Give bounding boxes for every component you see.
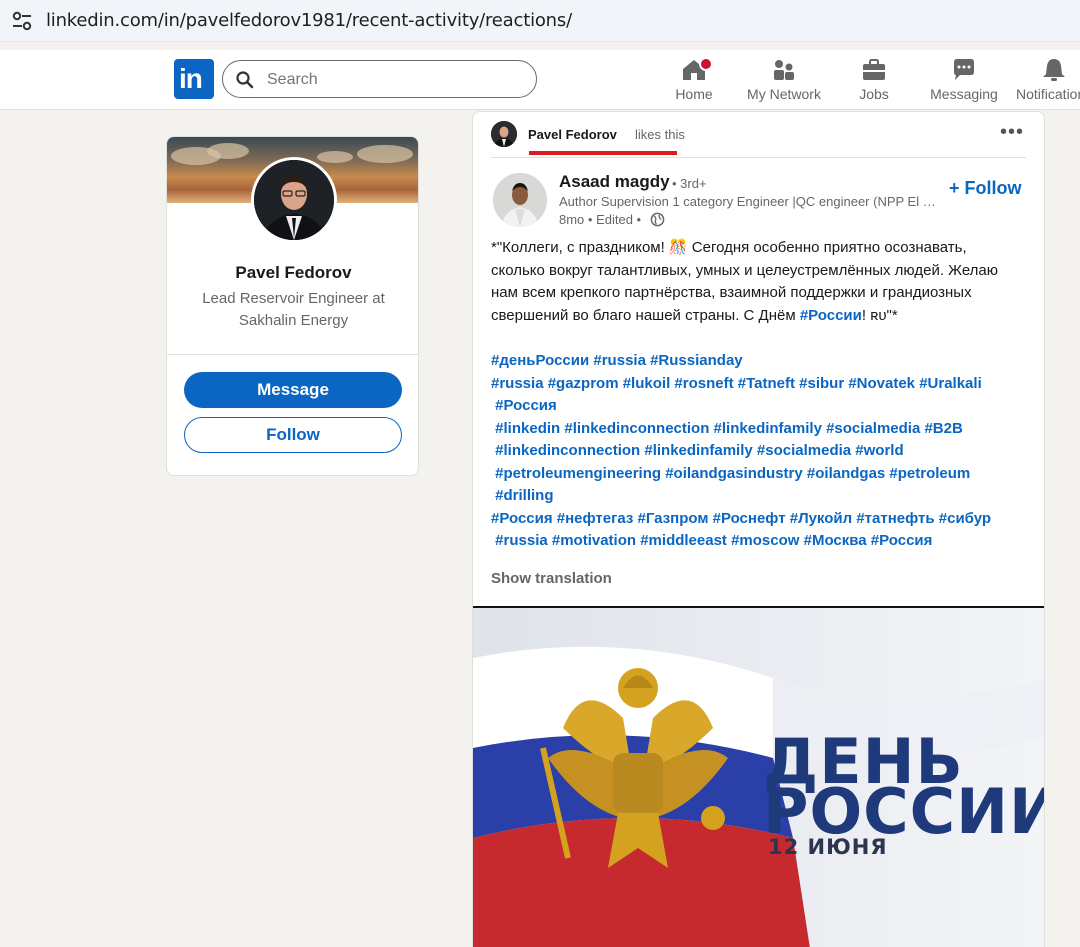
message-button[interactable]: Message [184, 372, 402, 408]
briefcase-icon [863, 59, 885, 80]
show-translation-button[interactable]: Show translation [491, 570, 612, 587]
nav-label-my-network: My Network [747, 86, 821, 102]
post-author-headline: Author Supervision 1 category Engineer |… [559, 194, 941, 209]
linkedin-logo[interactable]: in [174, 59, 214, 99]
post-meta: 8mo • Edited • [559, 212, 642, 227]
profile-card: Pavel Fedorov Lead Reservoir Engineer at… [166, 136, 419, 476]
nav-label-jobs: Jobs [859, 86, 889, 102]
post-hashtag-link[interactable]: #России [800, 307, 862, 324]
url-text[interactable]: linkedin.com/in/pavelfedorov1981/recent-… [46, 10, 572, 31]
messaging-icon [954, 59, 974, 80]
follow-author-button[interactable]: + Follow [949, 178, 1022, 199]
site-settings-icon[interactable] [9, 8, 35, 34]
divider [167, 354, 418, 355]
hashtag-line[interactable]: #drilling [491, 485, 553, 507]
more-options-icon[interactable]: ••• [1000, 121, 1024, 144]
nav-item-messaging[interactable]: Messaging [928, 56, 1000, 106]
person-silhouette [491, 121, 517, 147]
nav-label-messaging: Messaging [930, 86, 998, 102]
connection-degree: • 3rd+ [672, 176, 707, 191]
profile-name[interactable]: Pavel Fedorov [167, 263, 418, 283]
hashtag-line[interactable]: #Россия [491, 395, 557, 417]
post-body: *"Коллеги, с праздником! 🎊 Сегодня особе… [491, 237, 1021, 327]
post-image[interactable]: ДЕНЬ РОССИИ 12 ИЮНЯ [473, 606, 1044, 947]
hashtag-line[interactable]: #russia #motivation #middleeast #moscow … [491, 530, 932, 552]
cover-cloud [207, 143, 249, 159]
search-box[interactable] [222, 60, 537, 98]
hashtag-line[interactable]: #linkedinconnection #linkedinfamily #soc… [491, 440, 903, 462]
image-date: 12 ИЮНЯ [768, 835, 888, 859]
post-text-main: *"Коллеги, с праздником! 🎊 Сегодня особе… [491, 239, 999, 324]
search-input[interactable] [267, 69, 517, 91]
author-avatar[interactable] [493, 173, 547, 227]
nav-item-jobs[interactable]: Jobs [850, 56, 898, 106]
annotation-underline [529, 151, 677, 155]
activity-post-card: Pavel Fedorov likes this ••• Asaad magdy… [472, 111, 1045, 947]
nav-label-notifications: Notifications [1016, 86, 1080, 102]
liker-name[interactable]: Pavel Fedorov [528, 127, 617, 142]
profile-photo[interactable] [251, 157, 337, 243]
post-author-name[interactable]: Asaad magdy [559, 172, 670, 192]
nav-label-home: Home [675, 86, 713, 102]
logo-text: in [179, 63, 203, 94]
hashtag-line[interactable]: #Россия #нефтегаз #Газпром #Роснефт #Лук… [491, 508, 991, 530]
notification-badge [699, 57, 713, 71]
globe-icon [650, 212, 665, 227]
reaction-text: likes this [635, 127, 685, 142]
hashtag-line[interactable]: #russia #gazprom #lukoil #rosneft #Tatne… [491, 373, 982, 395]
hashtag-line[interactable]: #linkedin #linkedinconnection #linkedinf… [491, 418, 963, 440]
follow-button[interactable]: Follow [184, 417, 402, 453]
nav-item-my-network[interactable]: My Network [743, 56, 825, 106]
nav-item-notifications[interactable]: Notifications [1016, 56, 1080, 106]
hashtag-line[interactable]: #деньРоссии #russia #Russianday [491, 350, 743, 372]
profile-headline: Lead Reservoir Engineer at Sakhalin Ener… [202, 290, 385, 329]
person-silhouette [254, 160, 334, 240]
search-icon [236, 71, 254, 89]
person-silhouette [493, 173, 547, 227]
hashtag-line[interactable]: #petroleumengineering #oilandgasindustry… [491, 463, 970, 485]
cover-cloud [357, 145, 413, 163]
liker-avatar[interactable] [491, 121, 517, 147]
nav-item-home[interactable]: Home [670, 56, 718, 106]
bell-icon [1043, 59, 1065, 81]
network-icon [774, 60, 794, 80]
post-text-end: ! ʀᴜ"* [861, 306, 898, 324]
linkedin-top-nav: in Home My Network Jobs Me [0, 50, 1080, 110]
browser-address-bar: linkedin.com/in/pavelfedorov1981/recent-… [0, 0, 1080, 42]
cover-cloud [317, 151, 353, 163]
divider [491, 157, 1026, 158]
